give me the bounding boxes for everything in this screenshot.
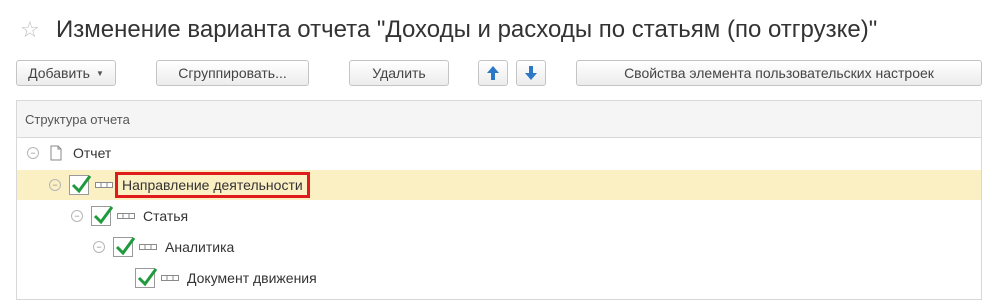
- checkmark-icon: [71, 175, 92, 194]
- tree-row-activity-direction[interactable]: − Направление деятельности: [17, 170, 981, 200]
- analytics-checkbox[interactable]: [113, 237, 136, 257]
- tree-row-analytics[interactable]: − Аналитика: [17, 232, 981, 262]
- delete-button[interactable]: Удалить: [349, 60, 449, 86]
- tree-node-label: Аналитика: [165, 239, 235, 255]
- tree-row-article[interactable]: − Статья: [17, 201, 981, 231]
- report-structure-header: Структура отчета: [17, 101, 981, 138]
- grouping-field-icon: [117, 213, 135, 219]
- tree-node-label: Статья: [143, 208, 189, 224]
- tree-node-analytics: − Аналитика: [93, 232, 234, 262]
- arrow-down-icon: [525, 66, 537, 80]
- add-button[interactable]: Добавить ▼: [16, 60, 116, 86]
- tree-row-movement-document[interactable]: Документ движения: [17, 263, 981, 293]
- tree-node-article: − Статья: [71, 201, 188, 231]
- activity-direction-checkbox[interactable]: [69, 175, 92, 195]
- tree-node-movement-document: Документ движения: [115, 263, 317, 293]
- document-icon: [50, 145, 62, 161]
- checkmark-icon: [115, 237, 136, 256]
- move-up-button[interactable]: [478, 60, 508, 86]
- star-icon[interactable]: ☆: [20, 17, 46, 43]
- grouping-field-icon: [161, 275, 179, 281]
- checkmark-icon: [137, 268, 158, 287]
- grouping-field-icon: [95, 182, 113, 188]
- collapse-icon[interactable]: −: [49, 179, 61, 191]
- collapse-icon[interactable]: −: [27, 147, 39, 159]
- tree-node-label: Направление деятельности: [115, 172, 310, 198]
- tree-node-report: − Отчет: [27, 138, 111, 168]
- chevron-down-icon: ▼: [95, 68, 104, 78]
- checkmark-icon: [93, 206, 114, 225]
- delete-button-label: Удалить: [372, 65, 426, 81]
- page-title: Изменение варианта отчета "Доходы и расх…: [56, 16, 878, 43]
- collapse-icon[interactable]: −: [93, 241, 105, 253]
- add-button-label: Добавить: [28, 65, 90, 81]
- group-button-label: Сгруппировать...: [178, 65, 287, 81]
- item-properties-button[interactable]: Свойства элемента пользовательских настр…: [576, 60, 982, 86]
- tree-node-label: Документ движения: [187, 270, 317, 286]
- report-structure-panel: Структура отчета − Отчет − Направление д…: [16, 100, 982, 300]
- move-down-button[interactable]: [516, 60, 546, 86]
- group-button[interactable]: Сгруппировать...: [156, 60, 309, 86]
- item-properties-button-label: Свойства элемента пользовательских настр…: [624, 65, 934, 81]
- article-checkbox[interactable]: [91, 206, 114, 226]
- tree-node-label: Отчет: [73, 145, 112, 161]
- movement-document-checkbox[interactable]: [135, 268, 158, 288]
- grouping-field-icon: [139, 244, 157, 250]
- tree-node-activity-direction: − Направление деятельности: [49, 170, 310, 200]
- window-title-bar: ☆ Изменение варианта отчета "Доходы и ра…: [20, 12, 877, 48]
- collapse-icon[interactable]: −: [71, 210, 83, 222]
- arrow-up-icon: [487, 66, 499, 80]
- report-structure-header-label: Структура отчета: [25, 111, 130, 127]
- tree-row-report[interactable]: − Отчет: [17, 138, 981, 168]
